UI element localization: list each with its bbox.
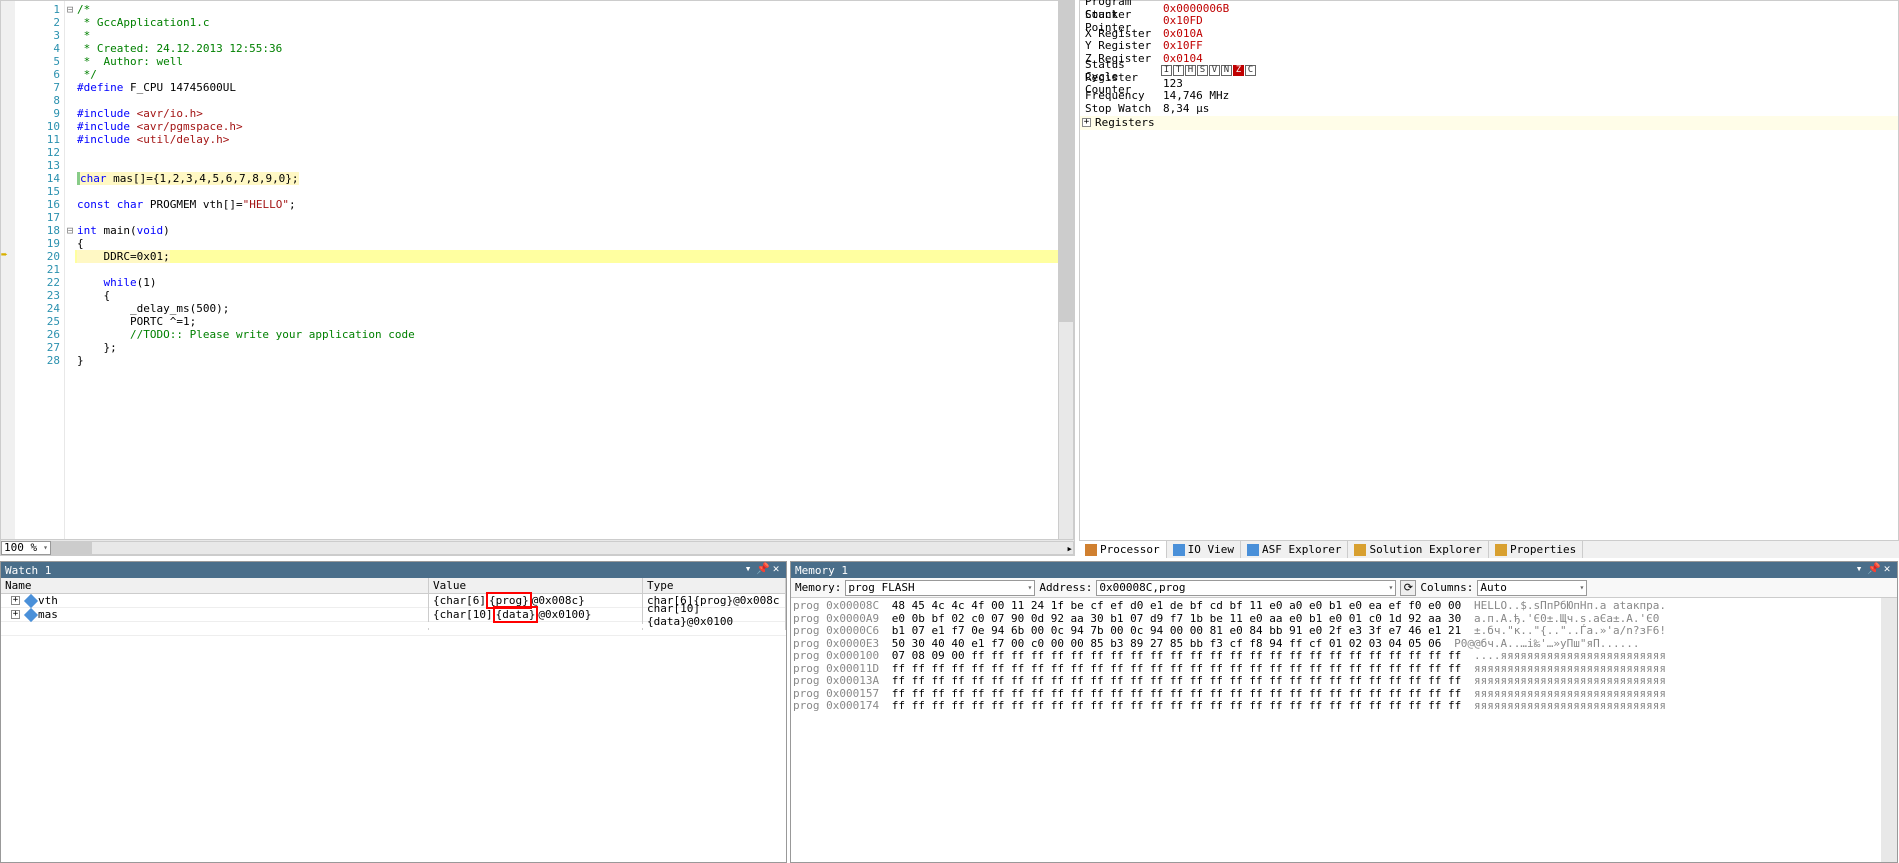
variable-icon	[24, 607, 38, 621]
code-area[interactable]: /* * GccApplication1.c * * Created: 24.1…	[75, 1, 1074, 539]
debug-row: Z Register0x0104	[1081, 52, 1897, 65]
status-flag-C[interactable]: C	[1245, 65, 1256, 76]
registers-expander-row[interactable]: + Registers	[1080, 116, 1898, 130]
address-input[interactable]: 0x00008C,prog▾	[1096, 580, 1396, 596]
watch-header: Name Value Type	[1, 578, 786, 594]
address-label: Address:	[1039, 581, 1092, 594]
tab-properties[interactable]: Properties	[1489, 541, 1583, 558]
pin-icon[interactable]: 📌	[756, 564, 768, 576]
memory-panel: Memory 1 ▾ 📌 ✕ Memory: prog FLASH▾ Addre…	[790, 561, 1898, 863]
pin-icon[interactable]: 📌	[1867, 564, 1879, 576]
code-editor: ➨ 12345678910111213141516171819202122232…	[0, 0, 1075, 556]
memory-line: prog 0x000174 ff ff ff ff ff ff ff ff ff…	[793, 700, 1895, 713]
breakpoint-gutter[interactable]: ➨	[1, 1, 15, 539]
watch-panel-title: Watch 1 ▾ 📌 ✕	[1, 562, 786, 578]
fold-gutter[interactable]: ⊟⊟	[65, 1, 75, 539]
memory-panel-title: Memory 1 ▾ 📌 ✕	[791, 562, 1897, 578]
editor-vertical-scrollbar[interactable]	[1058, 1, 1074, 539]
dropdown-icon[interactable]: ▾	[1853, 564, 1865, 576]
tab-icon	[1247, 544, 1259, 556]
zoom-dropdown[interactable]: 100 %▾	[1, 541, 51, 555]
variable-icon	[24, 593, 38, 607]
debug-row: Cycle Counter123	[1081, 77, 1897, 90]
columns-label: Columns:	[1420, 581, 1473, 594]
debug-row: Stop Watch8,34 µs	[1081, 102, 1897, 115]
debug-row: Program Counter0x0000006B	[1081, 2, 1897, 15]
tab-icon	[1354, 544, 1366, 556]
tab-icon	[1173, 544, 1185, 556]
status-flag-N[interactable]: N	[1221, 65, 1232, 76]
status-flag-T[interactable]: T	[1173, 65, 1184, 76]
status-flag-Z[interactable]: Z	[1233, 65, 1244, 76]
status-flag-S[interactable]: S	[1197, 65, 1208, 76]
memory-vertical-scrollbar[interactable]	[1881, 598, 1897, 862]
processor-panel: Program Counter0x0000006BStack Pointer0x…	[1079, 0, 1899, 556]
columns-select[interactable]: Auto▾	[1477, 580, 1587, 596]
plus-icon[interactable]: +	[11, 596, 20, 605]
watch-col-type[interactable]: Type	[643, 578, 786, 593]
line-number-gutter: 1234567891011121314151617181920212223242…	[15, 1, 65, 539]
registers-label: Registers	[1095, 116, 1155, 129]
tab-solution-explorer[interactable]: Solution Explorer	[1348, 541, 1489, 558]
status-flag-V[interactable]: V	[1209, 65, 1220, 76]
editor-statusbar: 100 %▾ ◂▸	[1, 539, 1074, 555]
debug-row: Status RegisterITHSVNZC	[1081, 65, 1897, 78]
right-panel-tabs: ProcessorIO ViewASF ExplorerSolution Exp…	[1079, 540, 1899, 558]
plus-icon: +	[1082, 118, 1091, 127]
debug-row: Y Register0x10FF	[1081, 40, 1897, 53]
memory-dump[interactable]: prog 0x00008C 48 45 4c 4c 4f 00 11 24 1f…	[791, 598, 1897, 715]
memory-select[interactable]: prog FLASH▾	[845, 580, 1035, 596]
status-flag-H[interactable]: H	[1185, 65, 1196, 76]
watch-row[interactable]: + mas{char[10]{data}@0x0100}char[10]{dat…	[1, 608, 786, 622]
watch-panel: Watch 1 ▾ 📌 ✕ Name Value Type + vth{char…	[0, 561, 787, 863]
tab-io-view[interactable]: IO View	[1167, 541, 1241, 558]
plus-icon[interactable]: +	[11, 610, 20, 619]
watch-col-name[interactable]: Name	[1, 578, 429, 593]
refresh-icon[interactable]: ⟳	[1400, 580, 1416, 596]
editor-horizontal-scrollbar[interactable]: ◂▸	[51, 541, 1074, 555]
memory-toolbar: Memory: prog FLASH▾ Address: 0x00008C,pr…	[791, 578, 1897, 598]
status-flag-I[interactable]: I	[1161, 65, 1172, 76]
tab-asf-explorer[interactable]: ASF Explorer	[1241, 541, 1348, 558]
debug-row: X Register0x010A	[1081, 27, 1897, 40]
memory-label: Memory:	[795, 581, 841, 594]
dropdown-icon[interactable]: ▾	[742, 564, 754, 576]
close-icon[interactable]: ✕	[1881, 564, 1893, 576]
debug-row: Stack Pointer0x10FD	[1081, 15, 1897, 28]
close-icon[interactable]: ✕	[770, 564, 782, 576]
tab-icon	[1495, 544, 1507, 556]
tab-processor[interactable]: Processor	[1079, 541, 1167, 558]
tab-icon	[1085, 544, 1097, 556]
debug-row: Frequency14,746 MHz	[1081, 90, 1897, 103]
